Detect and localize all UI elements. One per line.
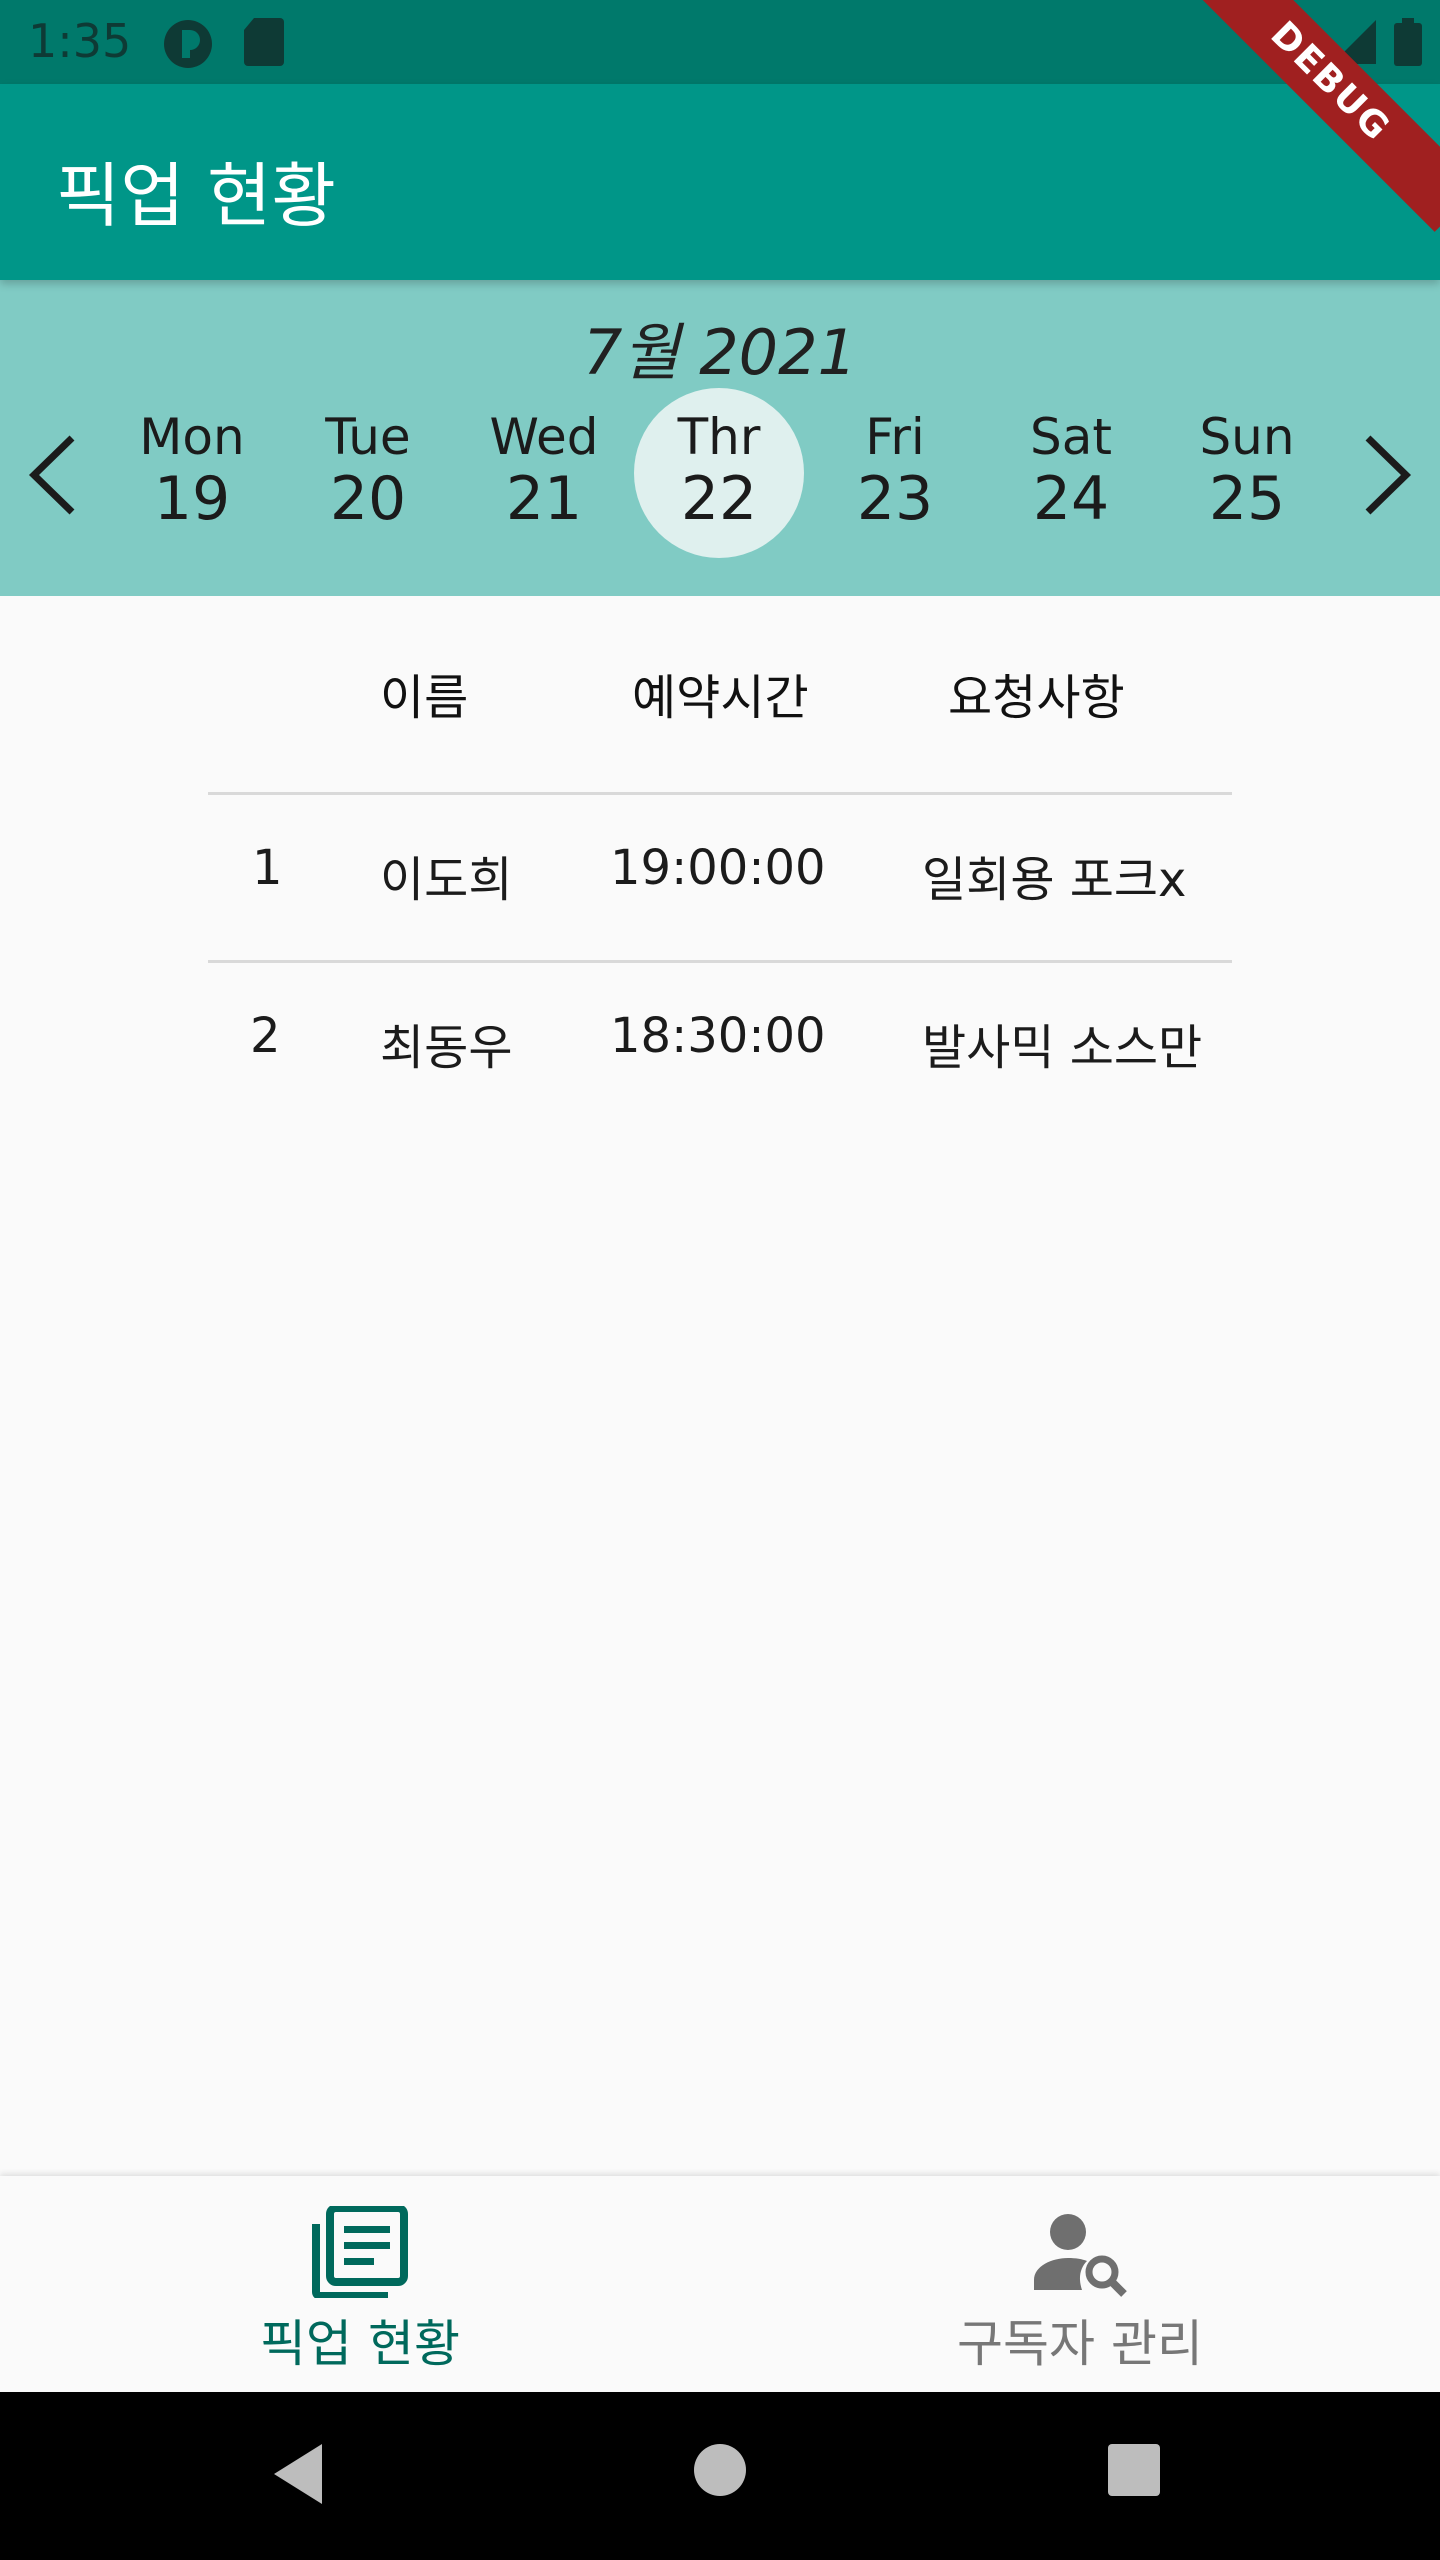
bottom-navigation: 픽업 현황 구독자 관리 <box>0 2176 1440 2392</box>
chevron-right-icon <box>1365 435 1412 515</box>
row-time: 18:30:00 <box>610 1008 826 1064</box>
header-request: 요청사항 <box>948 670 1125 726</box>
page-title: 픽업 현황 <box>56 155 336 237</box>
nav-label: 구독자 관리 <box>957 2315 1203 2373</box>
day-tue[interactable]: Tue 20 <box>283 388 453 558</box>
row-request: 일회용 포크x <box>922 852 1187 908</box>
day-name: Wed <box>489 408 599 466</box>
row-time: 19:00:00 <box>610 840 826 896</box>
next-week-button[interactable] <box>1350 430 1420 520</box>
person-search-icon <box>1032 2206 1128 2302</box>
day-wed[interactable]: Wed 21 <box>459 388 629 558</box>
row-divider <box>208 960 1232 963</box>
day-number: 25 <box>1208 464 1286 534</box>
row-name: 최동우 <box>380 1020 513 1076</box>
app-bar: 픽업 현황 <box>0 84 1440 280</box>
header-name: 이름 <box>380 670 469 726</box>
day-name: Mon <box>139 408 245 466</box>
previous-week-button[interactable] <box>20 430 90 520</box>
day-number: 19 <box>153 464 231 534</box>
day-mon[interactable]: Mon 19 <box>107 388 277 558</box>
back-icon[interactable] <box>270 2442 326 2510</box>
day-sun[interactable]: Sun 25 <box>1162 388 1332 558</box>
day-name: Fri <box>865 408 925 466</box>
table-row[interactable]: 2 최동우 18:30:00 발사믹 소스만 <box>0 1008 1440 1108</box>
row-divider <box>208 792 1232 795</box>
day-name: Sun <box>1199 408 1295 466</box>
header-time: 예약시간 <box>632 670 809 726</box>
chevron-left-icon <box>28 435 75 515</box>
day-name: Sat <box>1030 408 1112 466</box>
day-name: Thr <box>677 408 761 466</box>
table-header: 이름 예약시간 요청사항 <box>0 658 1440 726</box>
row-name: 이도희 <box>380 852 513 908</box>
row-request: 발사믹 소스만 <box>922 1020 1203 1076</box>
table-row[interactable]: 1 이도희 19:00:00 일회용 포크x <box>0 840 1440 940</box>
system-navigation-bar <box>0 2392 1440 2560</box>
row-index: 1 <box>252 840 283 896</box>
sd-card-icon <box>244 18 284 70</box>
row-index: 2 <box>250 1008 281 1064</box>
day-number: 24 <box>1032 464 1110 534</box>
pickup-table: 이름 예약시간 요청사항 1 이도희 19:00:00 일회용 포크x 2 최동… <box>0 596 1440 2176</box>
article-icon <box>312 2204 408 2302</box>
month-label: 7월 2021 <box>583 316 857 389</box>
battery-icon <box>1394 18 1422 70</box>
day-fri[interactable]: Fri 23 <box>810 388 980 558</box>
nav-pickup-status[interactable]: 픽업 현황 <box>0 2176 720 2392</box>
nav-subscriber-management[interactable]: 구독자 관리 <box>720 2176 1440 2392</box>
day-number: 20 <box>329 464 407 534</box>
nav-label: 픽업 현황 <box>260 2315 460 2373</box>
app-notification-icon <box>162 18 214 74</box>
status-time: 1:35 <box>28 14 132 68</box>
day-number: 21 <box>505 464 583 534</box>
day-sat[interactable]: Sat 24 <box>986 388 1156 558</box>
recents-icon[interactable] <box>1108 2444 1160 2500</box>
week-calendar: 7월 2021 Mon 19 Tue 20 Wed 21 Thr 22 Fri … <box>0 280 1440 596</box>
day-number: 23 <box>856 464 934 534</box>
day-name: Tue <box>325 408 411 466</box>
day-thu-selected[interactable]: Thr 22 <box>634 388 804 558</box>
day-number: 22 <box>680 464 758 534</box>
home-icon[interactable] <box>694 2444 746 2500</box>
